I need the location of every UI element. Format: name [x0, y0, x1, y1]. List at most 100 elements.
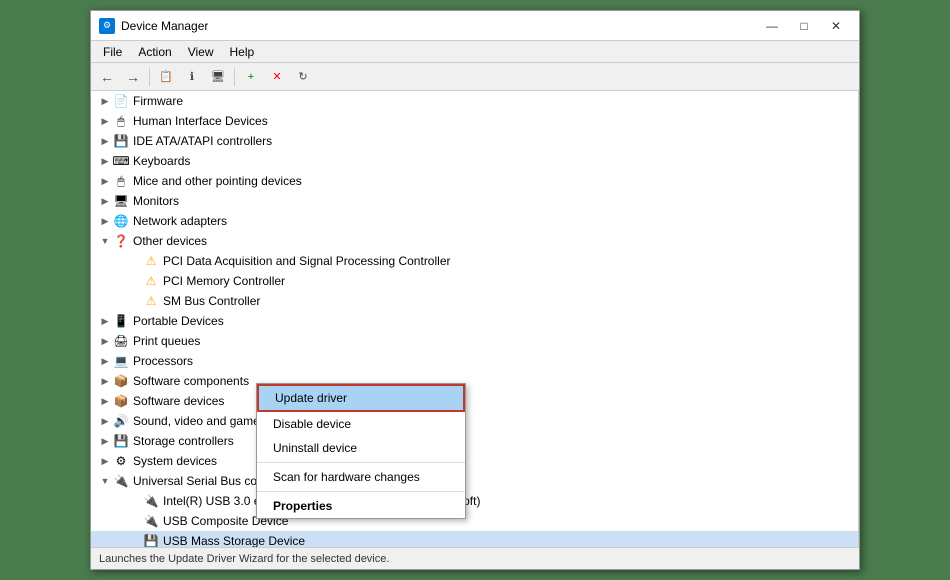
context-menu-separator [257, 462, 465, 463]
toggle-storage[interactable]: ▶ [99, 435, 111, 447]
device-tree[interactable]: ▶ 📄 Firmware ▶ 🖱 Human Interface Devices… [91, 91, 859, 547]
toggle-hid[interactable]: ▶ [99, 115, 111, 127]
minimize-button[interactable]: — [757, 16, 787, 36]
tree-item-sw-devices[interactable]: ▶ 📦 Software devices [91, 391, 858, 411]
back-button[interactable]: ← [95, 66, 119, 88]
tree-item-firmware[interactable]: ▶ 📄 Firmware [91, 91, 858, 111]
menu-file[interactable]: File [95, 43, 130, 61]
label-system: System devices [133, 454, 217, 468]
icon-other: ❓ [113, 233, 129, 249]
toggle-sw-devices[interactable]: ▶ [99, 395, 111, 407]
label-monitors: Monitors [133, 194, 179, 208]
tree-item-usb-child-2[interactable]: 🔌 USB Composite Device [91, 511, 858, 531]
window-title: Device Manager [121, 19, 208, 33]
icon-usb-child-2: 🔌 [143, 513, 159, 529]
context-menu-properties[interactable]: Properties [257, 494, 465, 518]
toggle-network[interactable]: ▶ [99, 215, 111, 227]
toggle-system[interactable]: ▶ [99, 455, 111, 467]
icon-print: 🖨 [113, 333, 129, 349]
tree-item-keyboards[interactable]: ▶ ⌨ Keyboards [91, 151, 858, 171]
icon-network: 🌐 [113, 213, 129, 229]
title-bar-left: ⚙ Device Manager [99, 18, 208, 34]
icon-firmware: 📄 [113, 93, 129, 109]
menu-action[interactable]: Action [130, 43, 179, 61]
context-menu-separator-2 [257, 491, 465, 492]
tree-item-usb-child-1[interactable]: 🔌 Intel(R) USB 3.0 eXtensible Host Contr… [91, 491, 858, 511]
tree-item-portable[interactable]: ▶ 📱 Portable Devices [91, 311, 858, 331]
tree-item-sm-bus[interactable]: ⚠ SM Bus Controller [91, 291, 858, 311]
toggle-firmware[interactable]: ▶ [99, 95, 111, 107]
context-menu: Update driver Disable device Uninstall d… [256, 383, 466, 519]
menu-view[interactable]: View [180, 43, 222, 61]
tree-item-storage[interactable]: ▶ 💾 Storage controllers [91, 431, 858, 451]
device-manager-window: ⚙ Device Manager — □ ✕ File Action View … [90, 10, 860, 570]
forward-button[interactable]: → [121, 66, 145, 88]
tree-item-sw-components[interactable]: ▶ 📦 Software components [91, 371, 858, 391]
icon-pci-mem: ⚠ [143, 273, 159, 289]
info-button[interactable]: ℹ [180, 66, 204, 88]
tree-item-print[interactable]: ▶ 🖨 Print queues [91, 331, 858, 351]
tree-item-network[interactable]: ▶ 🌐 Network adapters [91, 211, 858, 231]
icon-sm-bus: ⚠ [143, 293, 159, 309]
toggle-sw-components[interactable]: ▶ [99, 375, 111, 387]
tree-item-processors[interactable]: ▶ 💻 Processors [91, 351, 858, 371]
tree-item-sound[interactable]: ▶ 🔊 Sound, video and game controllers [91, 411, 858, 431]
label-sw-devices: Software devices [133, 394, 224, 408]
icon-keyboards: ⌨ [113, 153, 129, 169]
icon-pci-data: ⚠ [143, 253, 159, 269]
toggle-other[interactable]: ▼ [99, 235, 111, 247]
context-menu-uninstall-device[interactable]: Uninstall device [257, 436, 465, 460]
label-hid: Human Interface Devices [133, 114, 268, 128]
toggle-sound[interactable]: ▶ [99, 415, 111, 427]
label-processors: Processors [133, 354, 193, 368]
properties-button[interactable]: 📋 [154, 66, 178, 88]
monitor-button[interactable]: 🖥 [206, 66, 230, 88]
icon-sound: 🔊 [113, 413, 129, 429]
icon-mice: 🖱 [113, 173, 129, 189]
label-mice: Mice and other pointing devices [133, 174, 302, 188]
label-pci-data: PCI Data Acquisition and Signal Processi… [163, 254, 450, 268]
label-pci-mem: PCI Memory Controller [163, 274, 285, 288]
toggle-mice[interactable]: ▶ [99, 175, 111, 187]
tree-item-system[interactable]: ▶ ⚙ System devices [91, 451, 858, 471]
tree-item-pci-data[interactable]: ⚠ PCI Data Acquisition and Signal Proces… [91, 251, 858, 271]
tree-item-ide[interactable]: ▶ 💾 IDE ATA/ATAPI controllers [91, 131, 858, 151]
label-network: Network adapters [133, 214, 227, 228]
toggle-processors[interactable]: ▶ [99, 355, 111, 367]
refresh-button[interactable]: ↻ [291, 66, 315, 88]
toggle-keyboards[interactable]: ▶ [99, 155, 111, 167]
maximize-button[interactable]: □ [789, 16, 819, 36]
toolbar: ← → 📋 ℹ 🖥 + ✕ ↻ [91, 63, 859, 91]
label-portable: Portable Devices [133, 314, 224, 328]
label-ide: IDE ATA/ATAPI controllers [133, 134, 272, 148]
close-button[interactable]: ✕ [821, 16, 851, 36]
tree-item-usb[interactable]: ▼ 🔌 Universal Serial Bus controllers [91, 471, 858, 491]
separator-1 [149, 68, 150, 86]
tree-item-mice[interactable]: ▶ 🖱 Mice and other pointing devices [91, 171, 858, 191]
toggle-portable[interactable]: ▶ [99, 315, 111, 327]
tree-item-monitors[interactable]: ▶ 🖥 Monitors [91, 191, 858, 211]
context-menu-update-driver[interactable]: Update driver [257, 384, 465, 412]
label-sm-bus: SM Bus Controller [163, 294, 260, 308]
tree-item-pci-mem[interactable]: ⚠ PCI Memory Controller [91, 271, 858, 291]
separator-2 [234, 68, 235, 86]
toggle-ide[interactable]: ▶ [99, 135, 111, 147]
label-usb-mass-storage: USB Mass Storage Device [163, 534, 305, 547]
icon-processors: 💻 [113, 353, 129, 369]
label-firmware: Firmware [133, 94, 183, 108]
remove-button[interactable]: ✕ [265, 66, 289, 88]
toggle-usb[interactable]: ▼ [99, 475, 111, 487]
toggle-monitors[interactable]: ▶ [99, 195, 111, 207]
add-button[interactable]: + [239, 66, 263, 88]
tree-item-hid[interactable]: ▶ 🖱 Human Interface Devices [91, 111, 858, 131]
toggle-print[interactable]: ▶ [99, 335, 111, 347]
label-keyboards: Keyboards [133, 154, 190, 168]
app-icon: ⚙ [99, 18, 115, 34]
menu-help[interactable]: Help [222, 43, 263, 61]
icon-usb-mass-storage: 💾 [143, 533, 159, 547]
tree-item-other[interactable]: ▼ ❓ Other devices [91, 231, 858, 251]
context-menu-scan-hardware[interactable]: Scan for hardware changes [257, 465, 465, 489]
icon-sw-components: 📦 [113, 373, 129, 389]
context-menu-disable-device[interactable]: Disable device [257, 412, 465, 436]
tree-item-usb-mass-storage[interactable]: 💾 USB Mass Storage Device [91, 531, 858, 547]
